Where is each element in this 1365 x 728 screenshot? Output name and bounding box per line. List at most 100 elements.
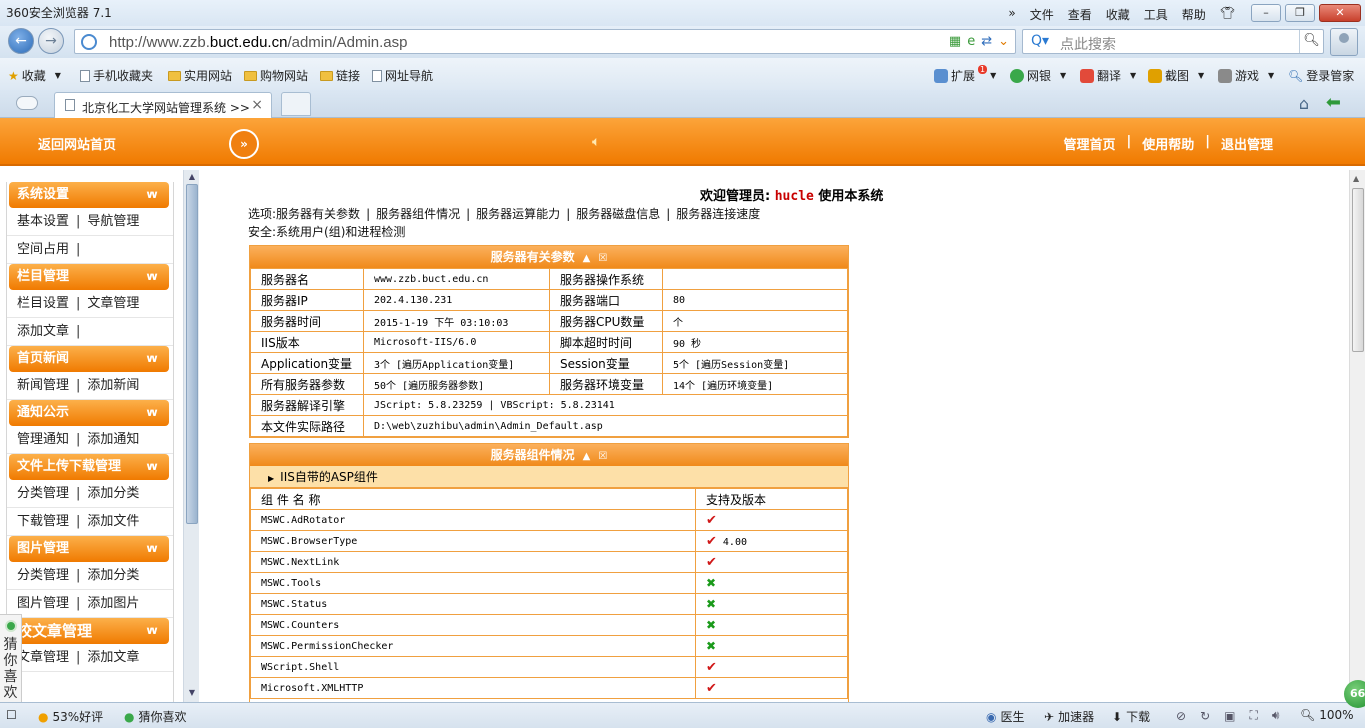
tool-login-manager[interactable]: 🔍︎ 登录管家	[1288, 67, 1354, 84]
page-scrollbar[interactable]: ▲	[1349, 170, 1365, 702]
iis-components-subheader[interactable]: ▶ IIS自带的ASP组件	[250, 466, 848, 488]
scroll-up-icon[interactable]: ▲	[1353, 174, 1359, 183]
sidebar-section-header[interactable]: 校文章管理 ∨∨	[9, 618, 169, 644]
fav-mobile[interactable]: 手机收藏夹	[80, 67, 153, 84]
sidebar-link[interactable]: 添加文件	[87, 514, 139, 529]
sidebar-link[interactable]: 图片管理	[17, 596, 69, 611]
tool-extensions[interactable]: 扩展 1 ▼	[934, 65, 996, 84]
dropdown-chevron-icon[interactable]: ⌄	[998, 34, 1009, 49]
status-accelerator[interactable]: ✈ 加速器	[1044, 708, 1094, 725]
search-button[interactable]: 🔍︎	[1299, 30, 1323, 53]
sidebar-link[interactable]: 新闻管理	[17, 378, 69, 393]
sidebar-link[interactable]: 管理通知	[17, 432, 69, 447]
sidebar-section-header[interactable]: 首页新闻 ∨∨	[9, 346, 169, 372]
status-page-icon[interactable]: ☐	[6, 708, 17, 722]
minimize-button[interactable]: –	[1251, 4, 1281, 22]
address-input[interactable]: http://www.zzb.buct.edu.cn/admin/Admin.a…	[74, 29, 1016, 54]
sidebar-section-header[interactable]: 图片管理 ∨∨	[9, 536, 169, 562]
sidebar-link[interactable]: 下载管理	[17, 514, 69, 529]
sidebar-link[interactable]: 分类管理	[17, 568, 69, 583]
collapse-icon[interactable]: ▲	[583, 451, 591, 462]
menu-help[interactable]: 帮助	[1182, 6, 1206, 23]
menu-more[interactable]: »	[1008, 6, 1015, 23]
status-doctor[interactable]: ◉ 医生	[986, 708, 1025, 725]
sidebar-link[interactable]: 添加文章	[17, 324, 69, 339]
sidebar-section-header[interactable]: 文件上传下载管理 ∨∨	[9, 454, 169, 480]
refresh-circle-icon[interactable]: ↻	[1200, 709, 1210, 723]
tab-admin[interactable]: 北京化工大学网站管理系统 >> ×	[54, 92, 272, 118]
back-button[interactable]: ←	[8, 28, 34, 54]
search-box[interactable]: Q▾ 点此搜索 🔍︎	[1022, 29, 1324, 54]
option-server-performance[interactable]: 服务器运算能力	[476, 207, 560, 221]
new-tab-button[interactable]	[281, 92, 311, 116]
sidebar-link[interactable]: 添加通知	[87, 432, 139, 447]
sidebar-link[interactable]: 文章管理	[87, 296, 139, 311]
ie-mode-icon[interactable]: e	[967, 34, 975, 49]
collapse-icon[interactable]: ▲	[583, 253, 591, 264]
status-rating[interactable]: ● 53%好评	[38, 708, 103, 725]
tool-translate[interactable]: 翻译 ▼	[1080, 67, 1136, 84]
help-link[interactable]: 使用帮助	[1142, 134, 1194, 153]
sidebar-link[interactable]: 添加分类	[87, 486, 139, 501]
option-server-disk[interactable]: 服务器磁盘信息	[576, 207, 660, 221]
menu-favorites[interactable]: 收藏	[1106, 6, 1130, 23]
fav-useful-sites[interactable]: 实用网站	[168, 67, 232, 84]
sidebar-link[interactable]: 添加文章	[87, 650, 139, 665]
option-server-params[interactable]: 服务器有关参数	[276, 207, 360, 221]
guess-you-like-float[interactable]: 猜你喜欢	[0, 614, 22, 704]
close-icon[interactable]: ☒	[598, 451, 607, 462]
maximize-button[interactable]: ❐	[1285, 4, 1315, 22]
user-avatar[interactable]	[1330, 28, 1358, 56]
clean-icon[interactable]: ⊘	[1176, 709, 1186, 723]
tool-games[interactable]: 游戏 ▼	[1218, 67, 1274, 84]
tab-close-icon[interactable]: ×	[251, 97, 263, 113]
scroll-thumb[interactable]	[186, 184, 198, 524]
close-icon[interactable]: ☒	[598, 253, 607, 264]
forward-button[interactable]: →	[38, 28, 64, 54]
sidebar-scrollbar[interactable]: ▲ ▼	[183, 170, 199, 702]
fav-navigation[interactable]: 网址导航	[372, 67, 433, 84]
sidebar-link[interactable]: 文章管理	[17, 650, 69, 665]
fav-shopping[interactable]: 购物网站	[244, 67, 308, 84]
speaker-icon[interactable]: 🔈︎	[592, 134, 600, 150]
logout-link[interactable]: 退出管理	[1221, 134, 1273, 153]
back-home-link[interactable]: 返回网站首页	[38, 134, 116, 153]
status-guess[interactable]: ● 猜你喜欢	[124, 708, 187, 725]
sidebar-section-header[interactable]: 系统设置 ∨∨	[9, 182, 169, 208]
search-engine-icon[interactable]: Q▾	[1031, 33, 1049, 49]
option-server-speed[interactable]: 服务器连接速度	[676, 207, 760, 221]
menu-file[interactable]: 文件	[1030, 6, 1054, 23]
skin-icon[interactable]: 👕︎	[1220, 6, 1235, 23]
sidebar-link[interactable]: 导航管理	[87, 214, 139, 229]
qr-icon[interactable]: ▦	[949, 34, 961, 49]
sidebar-link[interactable]: 分类管理	[17, 486, 69, 501]
menu-view[interactable]: 查看	[1068, 6, 1092, 23]
favorites-menu[interactable]: ★ 收藏 ▼	[8, 67, 61, 84]
volume-icon[interactable]: 🔊︎	[1272, 708, 1280, 723]
scroll-up-icon[interactable]: ▲	[186, 172, 198, 184]
speed-ball[interactable]: 66	[1344, 680, 1365, 708]
sidebar-link[interactable]: 空间占用	[17, 242, 69, 257]
security-link[interactable]: 系统用户(组)和进程检测	[276, 225, 405, 239]
scroll-down-icon[interactable]: ▼	[186, 688, 198, 700]
sidebar-section-header[interactable]: 栏目管理 ∨∨	[9, 264, 169, 290]
option-server-components[interactable]: 服务器组件情况	[376, 207, 460, 221]
tool-ebank[interactable]: 网银 ▼	[1010, 67, 1066, 84]
scroll-thumb[interactable]	[1352, 188, 1364, 352]
sidebar-link[interactable]: 添加图片	[87, 596, 139, 611]
refresh-icon[interactable]: ⇄	[981, 34, 992, 49]
undo-close-icon[interactable]: ⬅	[1326, 92, 1341, 113]
menu-tools[interactable]: 工具	[1144, 6, 1168, 23]
cloud-icon[interactable]	[16, 96, 38, 110]
sidebar-link[interactable]: 栏目设置	[17, 296, 69, 311]
sidebar-link[interactable]: 添加分类	[87, 568, 139, 583]
toggle-sidebar-button[interactable]: »	[229, 129, 259, 159]
tool-screenshot[interactable]: 截图 ▼	[1148, 67, 1204, 84]
fullscreen-icon[interactable]: ⛶	[1249, 708, 1257, 723]
close-window-button[interactable]: ✕	[1319, 4, 1361, 22]
sidebar-section-header[interactable]: 通知公示 ∨∨	[9, 400, 169, 426]
home-icon[interactable]: ⌂	[1299, 94, 1309, 113]
fav-links[interactable]: 链接	[320, 67, 360, 84]
zoom-control[interactable]: 🔍︎ 100%	[1300, 708, 1354, 722]
sidebar-link[interactable]: 添加新闻	[87, 378, 139, 393]
